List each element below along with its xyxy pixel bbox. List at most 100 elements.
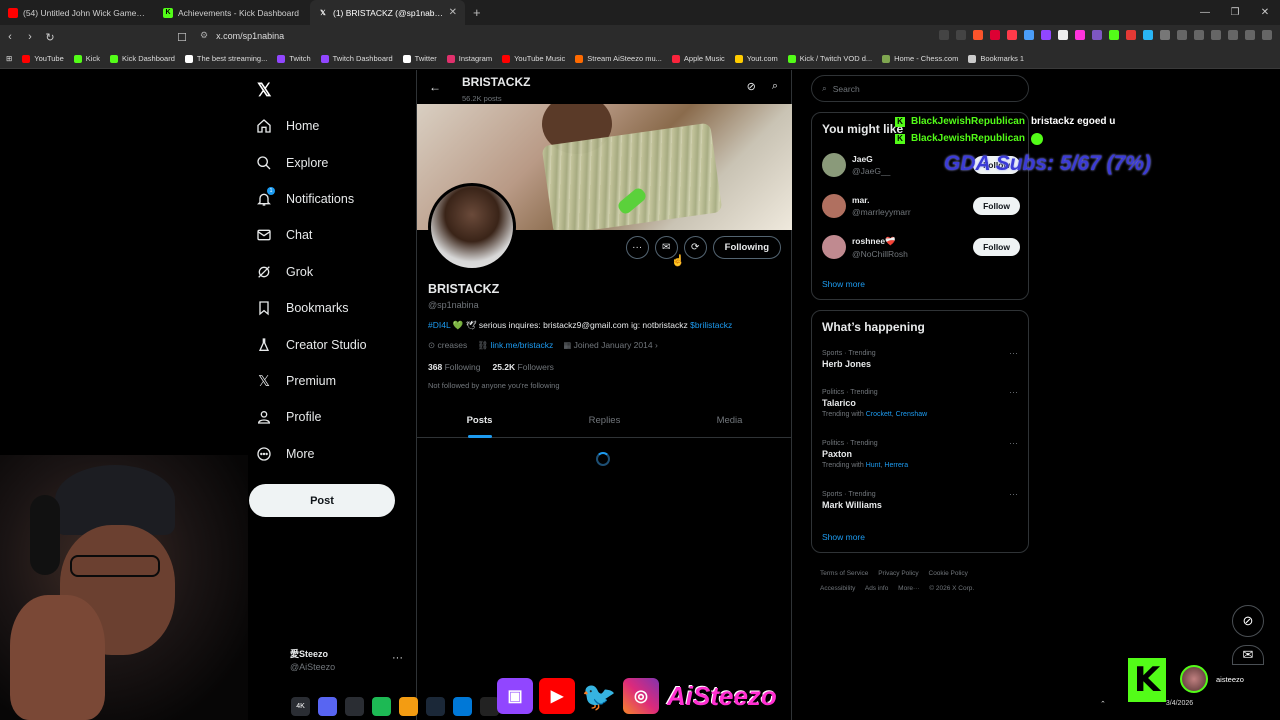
- nav-item-chat[interactable]: Chat: [255, 217, 367, 253]
- bookmark-item[interactable]: Apple Music: [671, 54, 725, 63]
- trend-item[interactable]: Politics · Trending Paxton Trending with…: [822, 438, 1020, 469]
- tab-replies[interactable]: Replies: [542, 410, 667, 437]
- maximize-icon[interactable]: ❐: [1220, 0, 1250, 25]
- reload-icon[interactable]: ↻: [40, 31, 60, 44]
- nav-item-profile[interactable]: Profile: [255, 399, 367, 435]
- bio-cashtag[interactable]: $brilistackz: [690, 320, 732, 330]
- grok-float-button[interactable]: ⊘: [1232, 605, 1264, 637]
- app-icon[interactable]: [453, 696, 472, 716]
- extension-icon[interactable]: [1126, 30, 1136, 40]
- app-icon[interactable]: [399, 696, 418, 716]
- more-options-icon[interactable]: ···: [1009, 348, 1018, 358]
- bookmark-item[interactable]: Kick / Twitch VOD d...: [787, 54, 872, 63]
- messages-float-button[interactable]: ✉: [1232, 645, 1264, 665]
- leo-ai-icon[interactable]: [1228, 30, 1238, 40]
- notify-icon[interactable]: ⟳: [683, 236, 707, 259]
- footer-link[interactable]: Cookie Policy: [929, 570, 968, 577]
- extension-icon[interactable]: [1075, 30, 1085, 40]
- post-button[interactable]: Post: [249, 484, 395, 517]
- bookmark-item[interactable]: Kick Dashboard: [109, 54, 175, 63]
- nav-item-premium[interactable]: 𝕏 Premium: [255, 363, 367, 399]
- joined-date[interactable]: ▦ Joined January 2014 ›: [563, 340, 658, 351]
- menu-icon[interactable]: [1262, 30, 1272, 40]
- nav-item-notifications[interactable]: 1 Notifications: [255, 181, 367, 217]
- music-icon[interactable]: [1177, 30, 1187, 40]
- profile-avatar[interactable]: [428, 183, 516, 271]
- app-icon[interactable]: 4K: [291, 696, 310, 716]
- grok-icon[interactable]: ⊘: [747, 80, 756, 93]
- footer-link[interactable]: Privacy Policy: [878, 570, 918, 577]
- bio-hashtag[interactable]: #DI4L: [428, 320, 450, 330]
- sidebar-toggle-icon[interactable]: [1194, 30, 1204, 40]
- nav-item-grok[interactable]: Grok: [255, 254, 367, 290]
- extension-icon[interactable]: [1092, 30, 1102, 40]
- browser-tab-active[interactable]: 𝕏 (1) BRISTACKZ (@sp1nabina) / X ✕: [310, 0, 465, 25]
- browser-tab[interactable]: K Achievements - Kick Dashboard: [155, 0, 310, 25]
- following-count[interactable]: 368 Following: [428, 362, 480, 372]
- show-more-link[interactable]: Show more: [822, 279, 865, 289]
- more-options-icon[interactable]: ···: [1009, 387, 1018, 397]
- bookmark-item[interactable]: Yout.com: [734, 54, 778, 63]
- back-arrow-icon[interactable]: ←: [429, 80, 441, 94]
- app-icon[interactable]: [372, 696, 391, 716]
- vpn-icon[interactable]: [1245, 30, 1255, 40]
- show-more-link[interactable]: Show more: [822, 532, 865, 542]
- brave-icon[interactable]: [973, 30, 983, 40]
- more-options-icon[interactable]: ···: [1009, 438, 1018, 448]
- followers-count[interactable]: 25.2K Followers: [492, 362, 553, 372]
- apps-grid-icon[interactable]: ⊞: [6, 54, 12, 63]
- browser-tab[interactable]: (54) Untitled John Wick Game - Anna: [0, 0, 155, 25]
- extension-icon[interactable]: [956, 30, 966, 40]
- nav-item-more[interactable]: More: [255, 436, 367, 472]
- nav-item-home[interactable]: Home: [255, 108, 367, 144]
- tab-media[interactable]: Media: [667, 410, 792, 437]
- bookmark-item[interactable]: Twitch: [277, 54, 311, 63]
- extension-icon[interactable]: [1024, 30, 1034, 40]
- wallet-icon[interactable]: [1211, 30, 1221, 40]
- bookmark-item[interactable]: Stream AiSteezo mu...: [575, 54, 662, 63]
- more-options-icon[interactable]: ···: [625, 236, 649, 259]
- bookmark-item[interactable]: Twitter: [402, 54, 437, 63]
- trend-item[interactable]: Sports · Trending Mark Williams ···: [822, 489, 1020, 510]
- following-button[interactable]: Following: [712, 236, 781, 259]
- minimize-icon[interactable]: —: [1190, 0, 1220, 25]
- new-tab-button[interactable]: +: [465, 5, 489, 20]
- footer-link[interactable]: Accessibility: [820, 585, 855, 592]
- account-switcher[interactable]: 愛Steezo @AiSteezo: [290, 647, 335, 672]
- footer-link[interactable]: Terms of Service: [820, 570, 868, 577]
- steam-icon[interactable]: [426, 696, 445, 716]
- footer-link[interactable]: More···: [898, 585, 919, 592]
- extension-icon[interactable]: [1007, 30, 1017, 40]
- bookmark-item[interactable]: YouTube Music: [502, 54, 565, 63]
- search-icon[interactable]: ⌕: [772, 80, 778, 93]
- url-field[interactable]: ⚙ x.com/sp1nabina: [200, 30, 284, 41]
- follow-button[interactable]: Follow: [973, 197, 1020, 215]
- extension-icon[interactable]: [939, 30, 949, 40]
- bookmark-item[interactable]: The best streaming...: [184, 54, 267, 63]
- profile-link[interactable]: ⛓ link.me/bristackz: [477, 340, 553, 351]
- extension-icon[interactable]: [1058, 30, 1068, 40]
- suggestion-row[interactable]: roshnee❤️‍🩹 @NoChillRosh Follow: [822, 232, 1020, 262]
- bookmark-item[interactable]: Instagram: [446, 54, 492, 63]
- footer-link[interactable]: Ads info: [865, 585, 889, 592]
- more-options-icon[interactable]: ···: [1009, 489, 1018, 499]
- discord-icon[interactable]: [318, 696, 337, 716]
- extension-icon[interactable]: [990, 30, 1000, 40]
- tray-expand-icon[interactable]: ⌃: [1100, 700, 1106, 708]
- tab-posts[interactable]: Posts: [417, 410, 542, 438]
- account-more-icon[interactable]: ···: [392, 652, 403, 664]
- extension-icon[interactable]: [1109, 30, 1119, 40]
- bookmark-item[interactable]: Kick: [73, 54, 100, 63]
- bookmark-page-icon[interactable]: ☐: [172, 31, 192, 44]
- extension-icon[interactable]: [1143, 30, 1153, 40]
- close-window-icon[interactable]: ✕: [1250, 0, 1280, 25]
- nav-item-creator-studio[interactable]: Creator Studio: [255, 326, 367, 362]
- nav-item-bookmarks[interactable]: Bookmarks: [255, 290, 367, 326]
- search-input[interactable]: ⌕ Search: [811, 75, 1029, 102]
- bookmark-folder[interactable]: Bookmarks 1: [968, 54, 1024, 63]
- nav-item-explore[interactable]: Explore: [255, 144, 367, 180]
- trend-item[interactable]: Politics · Trending Talarico Trending wi…: [822, 387, 1020, 418]
- follow-button[interactable]: Follow: [973, 238, 1020, 256]
- bookmark-item[interactable]: Home - Chess.com: [882, 54, 958, 63]
- back-arrow-icon[interactable]: ‹: [0, 31, 20, 43]
